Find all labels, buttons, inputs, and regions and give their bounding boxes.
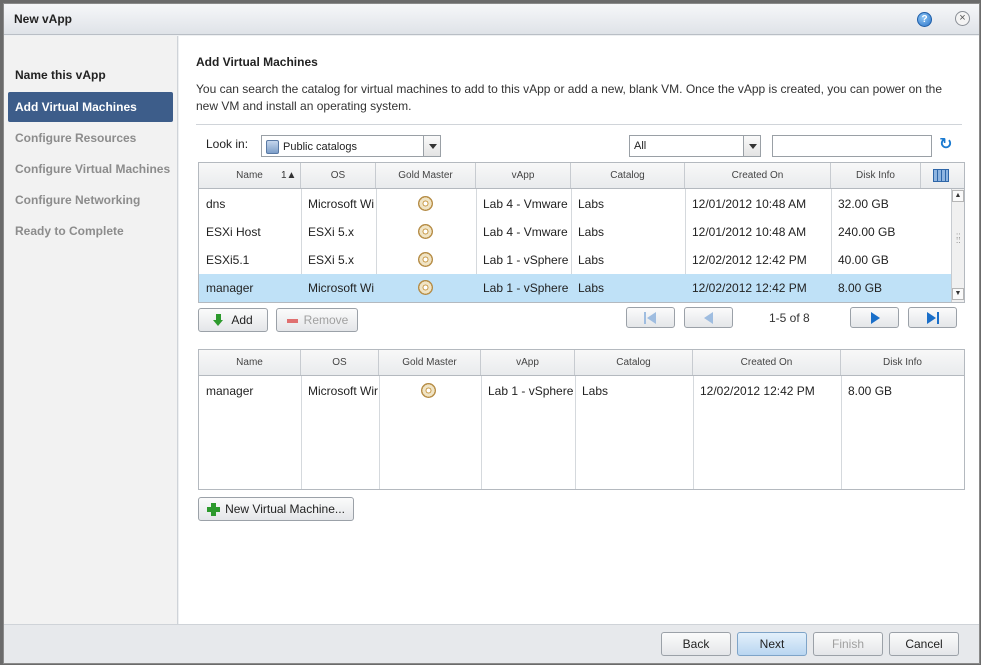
previous-page-button[interactable] (684, 307, 733, 328)
last-page-button[interactable] (908, 307, 957, 328)
remove-button[interactable]: Remove (276, 308, 358, 332)
gold-master-disc-icon (418, 252, 433, 267)
next-button[interactable]: Next (737, 632, 807, 656)
first-page-icon (644, 312, 646, 324)
step-name-this-vapp[interactable]: Name this vApp (8, 60, 173, 90)
main-panel: Add Virtual Machines You can search the … (179, 36, 979, 624)
previous-page-icon (704, 312, 713, 324)
plus-icon (207, 503, 220, 516)
filter-dropdown[interactable]: All (629, 135, 761, 157)
table-header: Name 1▲ OS Gold Master vApp Catalog Creat… (199, 163, 964, 189)
selected-vm-table: Name OS Gold Master vApp Catalog Created… (198, 349, 965, 490)
gold-master-disc-icon (418, 280, 433, 295)
step-ready-to-complete: Ready to Complete (15, 224, 124, 238)
column-header-created-on[interactable]: Created On (693, 350, 841, 375)
column-header-name[interactable]: Name (199, 350, 301, 375)
next-page-icon (871, 312, 880, 324)
column-header-os[interactable]: OS (301, 350, 379, 375)
step-add-virtual-machines[interactable]: Add Virtual Machines (8, 92, 173, 122)
step-configure-virtual-machines: Configure Virtual Machines (15, 162, 171, 176)
gold-master-disc-icon (421, 383, 436, 398)
scroll-down-icon[interactable]: ▼ (952, 288, 964, 300)
column-header-gold-master[interactable]: Gold Master (376, 163, 476, 188)
look-in-label: Look in: (206, 137, 249, 151)
column-header-vapp[interactable]: vApp (481, 350, 575, 375)
first-page-button[interactable] (626, 307, 675, 328)
column-header-disk-info[interactable]: Disk Info (841, 350, 964, 375)
table-row[interactable]: ESXi Host ESXi 5.x Lab 4 - Vmware Labs 1… (199, 218, 951, 246)
down-arrow-icon (213, 314, 223, 327)
refresh-icon[interactable]: ↻ (939, 137, 955, 153)
divider (196, 124, 962, 125)
vertical-scrollbar[interactable]: ▲ :::: ▼ (951, 189, 964, 302)
wizard-steps: Name this vApp Add Virtual Machines Conf… (4, 36, 178, 624)
column-header-gold-master[interactable]: Gold Master (379, 350, 481, 375)
filter-value: All (634, 140, 647, 152)
gold-master-disc-icon (418, 224, 433, 239)
column-header-vapp[interactable]: vApp (476, 163, 571, 188)
table-row[interactable]: dns Microsoft Wi Lab 4 - Vmware Labs 12/… (199, 190, 951, 218)
catalog-vm-table: Name 1▲ OS Gold Master vApp Catalog Creat… (198, 162, 965, 303)
catalog-icon (266, 140, 279, 154)
new-vapp-dialog: New vApp ? × Name this vApp Add Virtual … (3, 3, 980, 664)
add-button[interactable]: Add (198, 308, 268, 332)
sort-indicator: 1▲ (281, 170, 297, 181)
look-in-dropdown[interactable]: Public catalogs (261, 135, 441, 157)
finish-button[interactable]: Finish (813, 632, 883, 656)
scroll-up-icon[interactable]: ▲ (952, 190, 964, 202)
remove-icon (287, 319, 298, 323)
chevron-down-icon[interactable] (423, 136, 440, 156)
table-row[interactable]: manager Microsoft Wir Lab 1 - vSphere La… (199, 377, 964, 405)
last-page-icon (927, 312, 936, 324)
back-button[interactable]: Back (661, 632, 731, 656)
search-input[interactable] (772, 135, 932, 157)
title-bar: New vApp ? × (4, 4, 979, 35)
column-header-disk-info[interactable]: Disk Info (831, 163, 921, 188)
look-in-value: Public catalogs (283, 140, 357, 153)
column-header-name[interactable]: Name 1▲ (199, 163, 301, 188)
gold-master-disc-icon (418, 196, 433, 211)
step-configure-resources: Configure Resources (15, 131, 137, 145)
step-configure-networking: Configure Networking (15, 193, 141, 207)
page-description: You can search the catalog for virtual m… (196, 82, 942, 113)
wizard-footer: Back Next Finish Cancel (4, 624, 979, 663)
pager-status: 1-5 of 8 (769, 311, 810, 325)
page-title: Add Virtual Machines (196, 55, 318, 69)
close-icon[interactable]: × (955, 11, 970, 26)
column-picker-icon[interactable] (933, 169, 949, 182)
scroll-grip-icon[interactable]: :::: (956, 232, 960, 245)
cancel-button[interactable]: Cancel (889, 632, 959, 656)
next-page-button[interactable] (850, 307, 899, 328)
column-header-created-on[interactable]: Created On (685, 163, 831, 188)
help-icon[interactable]: ? (917, 12, 932, 27)
chevron-down-icon[interactable] (743, 136, 760, 156)
table-header: Name OS Gold Master vApp Catalog Created… (199, 350, 964, 376)
column-header-catalog[interactable]: Catalog (571, 163, 685, 188)
column-header-os[interactable]: OS (301, 163, 376, 188)
new-virtual-machine-button[interactable]: New Virtual Machine... (198, 497, 354, 521)
table-row-selected[interactable]: manager Microsoft Wi Lab 1 - vSphere Lab… (199, 274, 951, 302)
column-header-catalog[interactable]: Catalog (575, 350, 693, 375)
table-row[interactable]: ESXi5.1 ESXi 5.x Lab 1 - vSphere Labs 12… (199, 246, 951, 274)
dialog-title: New vApp (14, 12, 73, 26)
